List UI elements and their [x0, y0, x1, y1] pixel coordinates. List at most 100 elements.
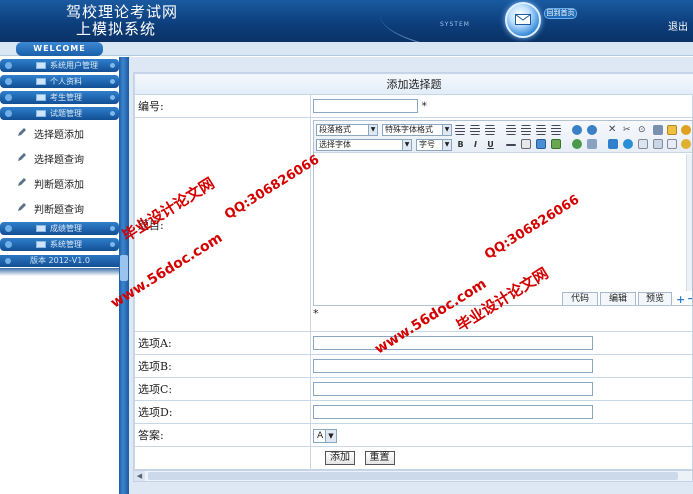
- sidebar-menu-questions[interactable]: 试题管理: [0, 107, 119, 120]
- dot-icon: [110, 226, 115, 231]
- scrollbar-thumb[interactable]: [148, 472, 678, 480]
- bullet-icon: [5, 110, 12, 117]
- bullet-icon: [5, 78, 12, 85]
- italic-button[interactable]: I: [470, 139, 481, 150]
- welcome-tab: WELCOME: [16, 42, 103, 56]
- sidebar-item-choice-add[interactable]: 选择题添加: [0, 121, 119, 145]
- page-icon[interactable]: [667, 139, 677, 149]
- sidebar-menu-students[interactable]: 考生管理: [0, 91, 119, 104]
- welcome-strip: WELCOME: [0, 42, 693, 56]
- option-c-input[interactable]: [313, 382, 593, 396]
- horizontal-rule-icon[interactable]: [506, 144, 516, 146]
- minus-icon[interactable]: −: [687, 292, 692, 305]
- special-font-format-label: 特殊字体格式: [385, 125, 433, 134]
- bold-button[interactable]: B: [455, 139, 466, 150]
- content-frame: 添加选择题 编号: * 题目: 段落格式 ▼ 特殊字体格式 ▼ 选择字体 ▼ 字…: [129, 57, 693, 494]
- help-icon[interactable]: [681, 139, 691, 149]
- paragraph-format-select[interactable]: 段落格式 ▼: [316, 124, 378, 136]
- sidebar-item-judge-add[interactable]: 判断题添加: [0, 171, 119, 195]
- underline-button[interactable]: U: [485, 139, 496, 150]
- media-icon[interactable]: [551, 139, 561, 149]
- chevron-down-icon: ▼: [442, 140, 451, 150]
- sidebar-item-label: 选择题查询: [34, 155, 84, 166]
- doc-icon[interactable]: [638, 139, 648, 149]
- bullet-icon: [5, 258, 11, 264]
- bullet-icon: [5, 62, 12, 69]
- find-icon[interactable]: ⊙: [638, 125, 648, 135]
- special-font-format-select[interactable]: 特殊字体格式 ▼: [382, 124, 452, 136]
- editor-scrollbar[interactable]: [686, 154, 692, 291]
- replace-icon[interactable]: [653, 125, 663, 135]
- sidebar-item-judge-query[interactable]: 判断题查询: [0, 196, 119, 220]
- envelope-icon: [36, 241, 46, 248]
- add-button[interactable]: 添加: [325, 451, 355, 465]
- sidebar-menu-profile[interactable]: 个人资料: [0, 75, 119, 88]
- option-a-label: 选项A:: [134, 331, 311, 355]
- sidebar-menu-label: 个人资料: [50, 77, 82, 86]
- answer-value: A: [317, 431, 324, 441]
- ordered-list-icon[interactable]: [521, 125, 531, 135]
- option-b-label: 选项B:: [134, 354, 311, 378]
- sidebar-item-label: 判断题添加: [34, 180, 84, 191]
- font-select[interactable]: 选择字体 ▼: [316, 139, 412, 151]
- option-b-input[interactable]: [313, 359, 593, 373]
- arrow-left-icon[interactable]: ◀: [134, 471, 145, 481]
- number-label: 编号:: [134, 94, 311, 118]
- option-a-input[interactable]: [313, 336, 593, 350]
- web-icon[interactable]: [623, 139, 633, 149]
- sidebar-menu-user-admin[interactable]: 系统用户管理: [0, 59, 119, 72]
- tab-code[interactable]: 代码: [562, 292, 598, 305]
- dot-icon: [110, 111, 115, 116]
- sidebar-menu-label: 系统管理: [50, 240, 82, 249]
- envelope-icon: [36, 94, 46, 101]
- option-c-label: 选项C:: [134, 377, 311, 401]
- number-input[interactable]: [313, 99, 418, 113]
- unordered-list-icon[interactable]: [506, 125, 516, 135]
- flash-icon[interactable]: [572, 139, 582, 149]
- plus-icon[interactable]: +: [676, 293, 685, 305]
- indent-icon[interactable]: [551, 125, 561, 135]
- option-d-input[interactable]: [313, 405, 593, 419]
- reset-button[interactable]: 重置: [364, 451, 395, 465]
- font-size-select[interactable]: 字号 ▼: [416, 139, 452, 151]
- exit-button[interactable]: 退出: [668, 18, 688, 33]
- outdent-icon[interactable]: [536, 125, 546, 135]
- sidebar-item-choice-query[interactable]: 选择题查询: [0, 146, 119, 170]
- envelope-icon: [36, 78, 46, 85]
- redo-icon[interactable]: [587, 125, 597, 135]
- chevron-down-icon: ▼: [325, 430, 336, 442]
- align-center-icon[interactable]: [470, 125, 480, 135]
- align-right-icon[interactable]: [485, 125, 495, 135]
- scissors-icon[interactable]: ✂: [623, 125, 633, 135]
- table-icon[interactable]: [521, 139, 531, 149]
- answer-select[interactable]: A ▼: [313, 429, 337, 443]
- sidebar-menu-scores[interactable]: 成绩管理: [0, 222, 119, 235]
- form-panel: 添加选择题 编号: * 题目: 段落格式 ▼ 特殊字体格式 ▼ 选择字体 ▼ 字…: [133, 72, 693, 473]
- emoticon-icon[interactable]: [587, 139, 597, 149]
- paragraph-format-label: 段落格式: [319, 125, 351, 134]
- form-title: 添加选择题: [134, 73, 693, 95]
- horizontal-scrollbar[interactable]: ◀: [133, 470, 693, 482]
- system-label: SYSTEM: [440, 21, 470, 28]
- sidebar-menu-system[interactable]: 系统管理: [0, 238, 119, 251]
- link-icon[interactable]: [608, 139, 618, 149]
- undo-icon[interactable]: [572, 125, 582, 135]
- sidebar-menu-label: 成绩管理: [50, 224, 82, 233]
- tab-preview[interactable]: 预览: [638, 292, 672, 305]
- homepage-button[interactable]: 回到首页: [544, 8, 577, 19]
- sidebar-menu-label: 系统用户管理: [50, 61, 98, 70]
- special-char-icon[interactable]: [681, 125, 691, 135]
- header-banner: 驾校理论考试网 上模拟系统 SYSTEM 回到首页 退出: [0, 0, 693, 42]
- align-left-icon[interactable]: [455, 125, 465, 135]
- version-bar: 版本 2012-V1.0: [0, 255, 119, 267]
- paste-icon[interactable]: [667, 125, 677, 135]
- mail-icon[interactable]: [505, 2, 541, 38]
- dot-icon: [110, 79, 115, 84]
- site-title-line1: 驾校理论考试网: [66, 3, 179, 21]
- sidebar-toggle-handle[interactable]: [120, 255, 128, 281]
- editor-content-area[interactable]: [314, 154, 692, 291]
- tab-edit[interactable]: 编辑: [600, 292, 636, 305]
- image-icon[interactable]: [536, 139, 546, 149]
- cut-icon[interactable]: ✕: [608, 125, 618, 135]
- template-icon[interactable]: [653, 139, 663, 149]
